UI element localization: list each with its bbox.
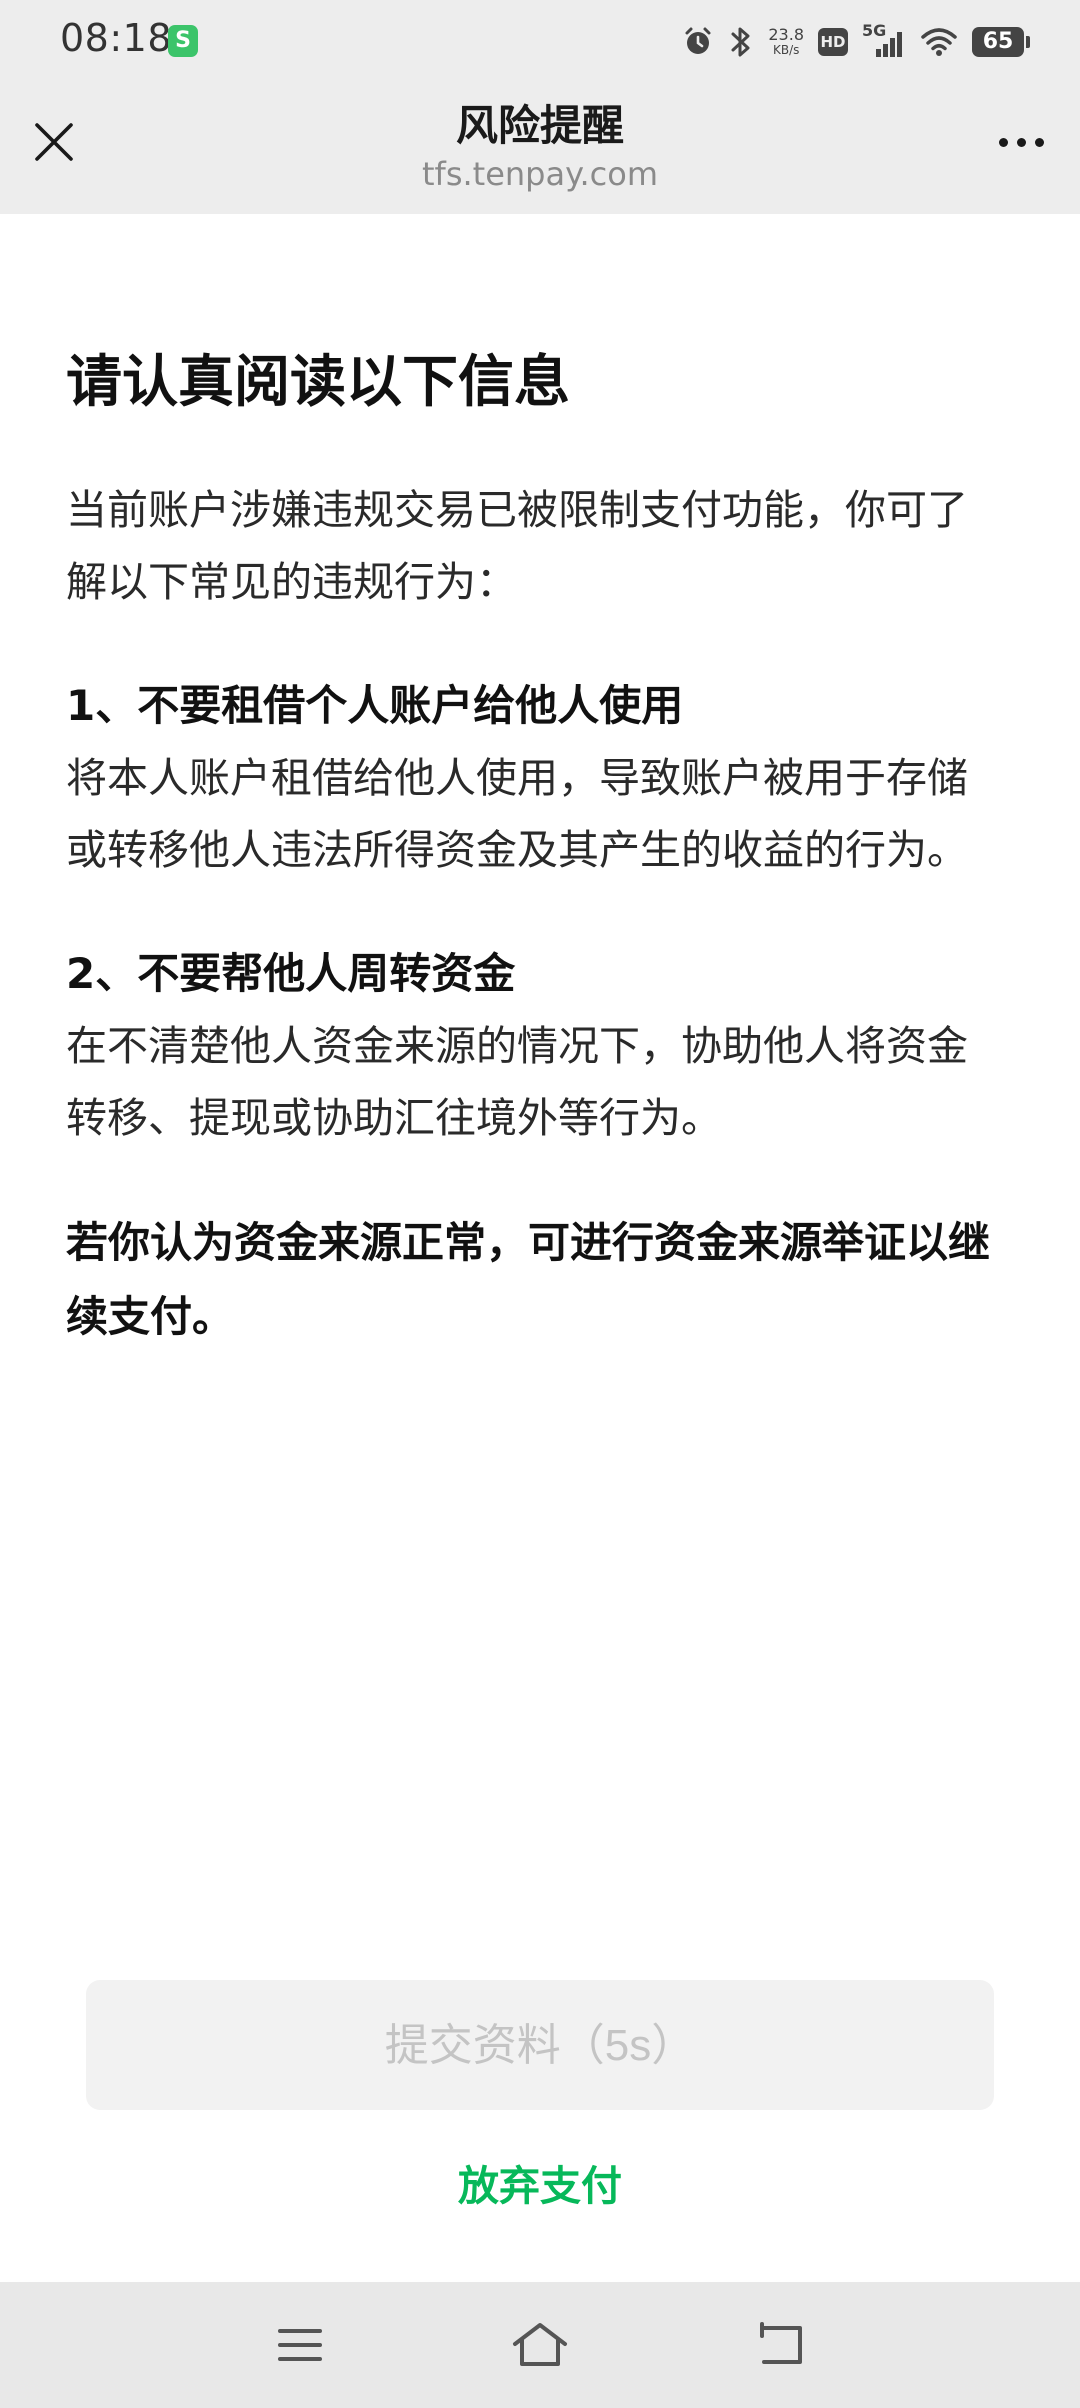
nav-menu-button[interactable] — [260, 2312, 340, 2378]
close-button[interactable] — [24, 112, 84, 172]
rule-2-title: 2、不要帮他人周转资金 — [66, 949, 516, 998]
cellular-signal-icon: 5G — [862, 21, 906, 59]
battery-icon: 65 — [972, 27, 1030, 57]
home-icon — [513, 2323, 567, 2366]
menu-icon — [278, 2329, 322, 2361]
close-icon — [35, 123, 73, 161]
more-horizontal-icon — [1016, 137, 1026, 147]
more-horizontal-icon — [998, 137, 1008, 147]
nav-back-button[interactable] — [740, 2312, 820, 2378]
rule-2-body: 在不清楚他人资金来源的情况下，协助他人将资金转移、提现或协助汇往境外等行为。 — [66, 1022, 968, 1142]
status-bar: 08:18 S 23.8 KB/s HD 5G 65 — [0, 0, 1080, 82]
title-bar: 风险提醒 tfs.tenpay.com — [0, 82, 1080, 214]
notice-heading: 请认真阅读以下信息 — [66, 350, 570, 415]
bluetooth-icon — [731, 27, 750, 57]
notice-intro: 当前账户涉嫌违规交易已被限制支付功能，你可了解以下常见的违规行为： — [66, 486, 968, 606]
status-icons: 23.8 KB/s HD 5G 65 — [682, 20, 1030, 64]
nav-home-button[interactable] — [500, 2312, 580, 2378]
abandon-payment-link[interactable]: 放弃支付 — [340, 2152, 740, 2212]
wifi-icon — [921, 28, 957, 56]
app-notification-icon: S — [168, 25, 198, 57]
back-icon — [760, 2322, 802, 2364]
hd-badge: HD — [818, 28, 848, 56]
more-horizontal-icon — [1034, 137, 1044, 147]
page-title: 风险提醒 — [455, 101, 624, 150]
notice-content: 请认真阅读以下信息 当前账户涉嫌违规交易已被限制支付功能，你可了解以下常见的违规… — [66, 344, 1006, 1354]
rule-1-title: 1、不要租借个人账户给他人使用 — [66, 681, 684, 730]
network-speed: 23.8 KB/s — [768, 25, 804, 58]
rule-1-body: 将本人账户租借给他人使用，导致账户被用于存储或转移他人违法所得资金及其产生的收益… — [66, 754, 968, 874]
system-nav-bar — [0, 2282, 1080, 2408]
status-time: 08:18 — [60, 16, 173, 60]
net-speed-value: 23.8 — [768, 25, 804, 44]
notice-conclusion: 若你认为资金来源正常，可进行资金来源举证以继续支付。 — [66, 1218, 991, 1341]
submit-documents-button[interactable]: 提交资料（5s） — [86, 1980, 994, 2110]
title-block: 风险提醒 tfs.tenpay.com — [200, 100, 880, 194]
more-options-button[interactable] — [986, 112, 1056, 172]
page-domain: tfs.tenpay.com — [422, 155, 658, 193]
alarm-icon — [685, 27, 711, 54]
net-speed-unit: KB/s — [772, 43, 800, 57]
